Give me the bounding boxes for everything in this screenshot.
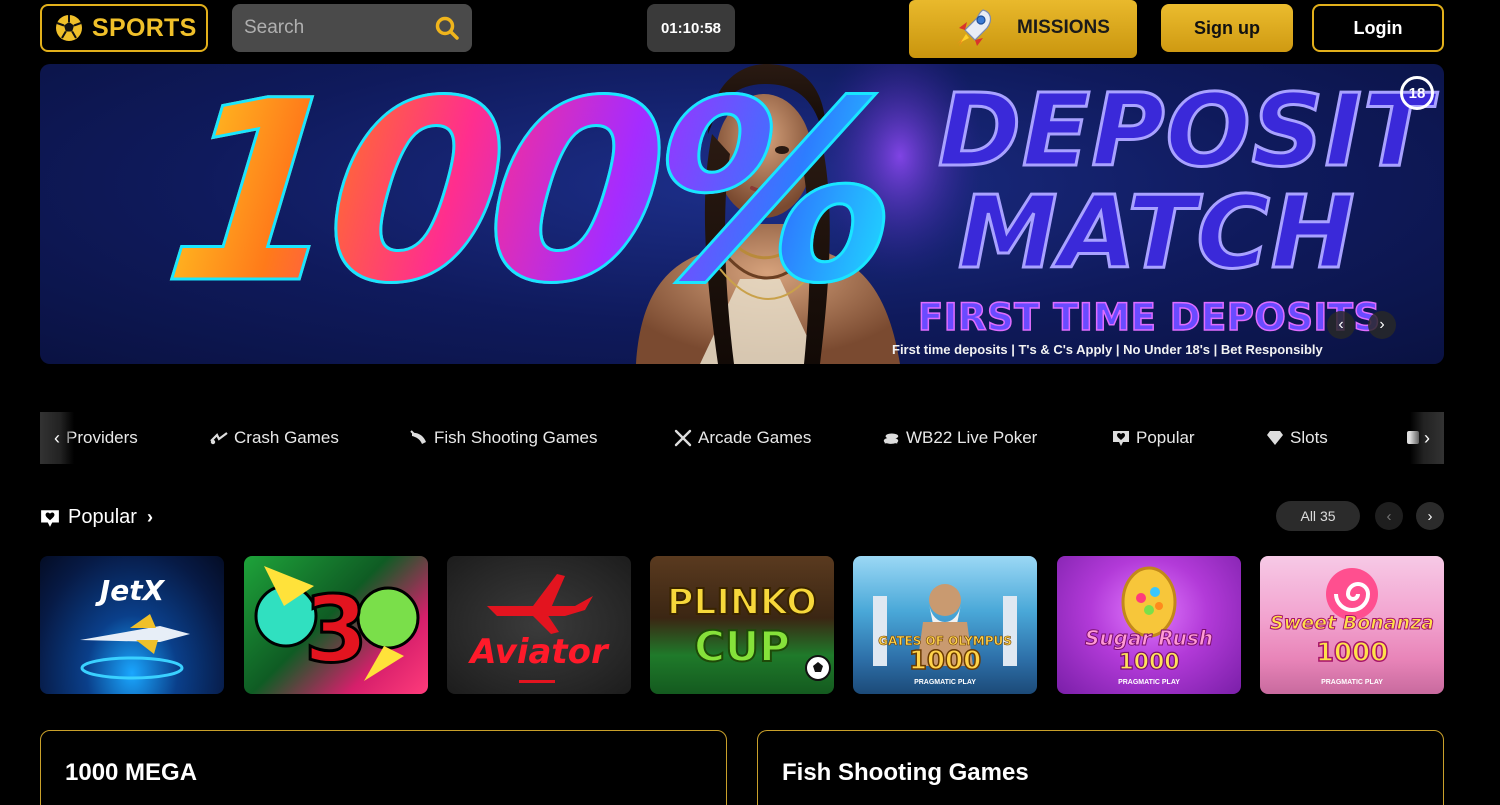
tab-wb22-live-poker[interactable]: WB22 Live Poker (882, 428, 1037, 448)
chevron-left-icon: ‹ (54, 427, 60, 448)
game-tile-jetx[interactable]: JetX (40, 556, 224, 694)
promo-banner[interactable]: 100% DEPOSIT MATCH FIRST TIME DEPOSITS F… (40, 64, 1444, 364)
age-restriction-badge: 18 (1400, 76, 1434, 110)
tab-slots[interactable]: Slots (1266, 428, 1328, 448)
tab-label: WB22 Live Poker (906, 428, 1038, 447)
missions-button[interactable]: MISSIONS (909, 0, 1137, 58)
banner-disclaimer: First time deposits | T's & C's Apply | … (892, 342, 1323, 357)
popular-section-title: Popular (68, 506, 137, 528)
plane-icon (487, 574, 593, 683)
heart-badge-icon (41, 509, 59, 527)
category-scroll-right[interactable]: › (1410, 412, 1444, 464)
chevron-right-icon: › (146, 507, 153, 527)
banner-headline-match: MATCH (957, 173, 1357, 293)
chevron-right-icon: › (1379, 316, 1385, 333)
game-title: Aviator (470, 632, 608, 672)
game-tile-plinko-cup[interactable]: PLINKO CUP (650, 556, 834, 694)
view-all-button[interactable]: All 35 (1276, 501, 1360, 531)
banner-prev-button[interactable]: ‹ (1327, 311, 1355, 339)
game-title: Sugar Rush (1085, 626, 1214, 651)
banner-percent: 100% (153, 64, 903, 340)
chevron-left-icon: ‹ (1386, 507, 1392, 525)
game-provider: PRAGMATIC PLAY (1118, 679, 1180, 686)
tab-label: Fish Shooting Games (434, 428, 598, 447)
banner-next-button[interactable]: › (1368, 311, 1396, 339)
signup-button[interactable]: Sign up (1161, 4, 1293, 52)
game-tile-gates-of-olympus[interactable]: GATES OF OLYMPUS 1000 PRAGMATIC PLAY (853, 556, 1037, 694)
view-all-count: 35 (1319, 508, 1336, 524)
banner-headline-first-time: FIRST TIME DEPOSITS (917, 295, 1381, 340)
soccer-ball-icon (56, 15, 82, 41)
chevron-right-icon: › (1427, 507, 1433, 525)
session-clock: 01:10:58 (647, 4, 735, 52)
tab-label: Popular (1136, 428, 1195, 447)
tab-label: Arcade Games (698, 428, 812, 447)
card-1000-mega[interactable]: 1000 MEGA (40, 730, 727, 805)
crossed-swords-icon (674, 429, 692, 447)
fish-icon (410, 429, 428, 447)
rocket-icon (957, 9, 992, 46)
tab-providers[interactable]: Providers (66, 428, 138, 448)
sports-button[interactable]: SPORTS (40, 4, 208, 52)
tab-label: Slots (1290, 428, 1328, 447)
search-input[interactable] (244, 17, 424, 39)
game-tile-aviator[interactable]: Aviator (447, 556, 631, 694)
login-button[interactable]: Login (1312, 4, 1444, 52)
category-scroll-left[interactable]: ‹ (40, 412, 74, 464)
banner-headline-deposit: DEPOSIT (936, 71, 1433, 191)
tab-label: Providers (66, 428, 138, 447)
card-fish-shooting-games[interactable]: Fish Shooting Games (757, 730, 1444, 805)
game-tile-sugar-rush[interactable]: Sugar Rush 1000 PRAGMATIC PLAY (1057, 556, 1241, 694)
chevron-right-icon: › (1424, 427, 1430, 448)
tab-label: Crash Games (234, 428, 339, 447)
view-all-label: All (1300, 508, 1317, 524)
game-subtitle: 1000 (1315, 637, 1389, 669)
crash-games-icon (210, 429, 228, 447)
search-bar[interactable] (232, 4, 472, 52)
poker-chips-icon (882, 429, 900, 447)
game-subtitle: 1000 (1118, 649, 1180, 675)
game-provider: PRAGMATIC PLAY (1321, 679, 1383, 686)
popular-prev-button[interactable]: ‹ (1375, 502, 1403, 530)
tab-fish-shooting-games[interactable]: Fish Shooting Games (410, 428, 597, 448)
game-title: Sweet Bonanza (1270, 612, 1435, 635)
popular-next-button[interactable]: › (1416, 502, 1444, 530)
game-tile-3[interactable]: 3 (244, 556, 428, 694)
sports-label: SPORTS (92, 13, 197, 42)
missions-label: MISSIONS (1017, 17, 1110, 38)
tab-popular[interactable]: Popular (1112, 428, 1195, 448)
card-title: Fish Shooting Games (782, 759, 1029, 786)
tab-arcade-games[interactable]: Arcade Games (674, 428, 811, 448)
search-icon[interactable] (434, 15, 460, 41)
chevron-left-icon: ‹ (1338, 316, 1344, 333)
heart-badge-icon (1112, 429, 1130, 447)
card-title: 1000 MEGA (65, 759, 198, 786)
soccer-ball-icon (805, 655, 831, 681)
tab-crash-games[interactable]: Crash Games (210, 428, 339, 448)
jet-icon (80, 614, 190, 680)
game-tile-sweet-bonanza[interactable]: Sweet Bonanza 1000 PRAGMATIC PLAY (1260, 556, 1444, 694)
diamond-icon (1266, 429, 1284, 447)
game-title: 3 (302, 575, 369, 685)
game-subtitle: 1000 (908, 645, 982, 677)
popular-section-header[interactable]: Popular › (40, 506, 153, 529)
game-provider: PRAGMATIC PLAY (914, 679, 976, 686)
category-nav: Providers Crash Games Fish Shooting Game… (40, 412, 1444, 464)
